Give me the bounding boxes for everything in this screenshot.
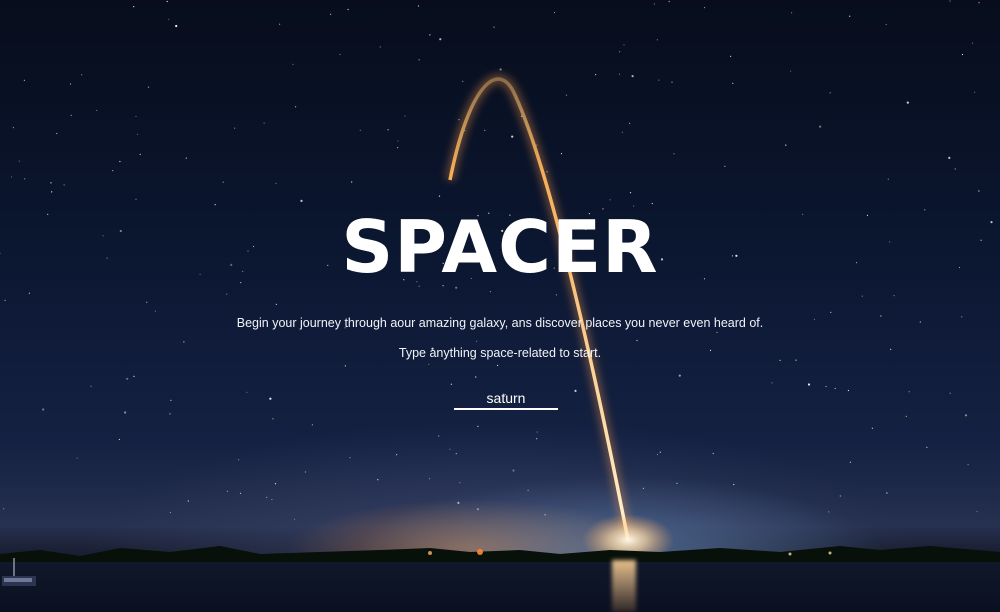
page-title: SPACER <box>341 205 659 289</box>
search-input[interactable] <box>454 388 558 410</box>
search-hint: Type anything space-related to start. <box>398 346 602 360</box>
hero-content: SPACER Begin your journey through aour a… <box>0 0 1000 612</box>
search-container <box>454 388 558 412</box>
hero-background: SPACER Begin your journey through aour a… <box>0 0 1000 612</box>
hero-subtitle: Begin your journey through aour amazing … <box>236 316 764 330</box>
